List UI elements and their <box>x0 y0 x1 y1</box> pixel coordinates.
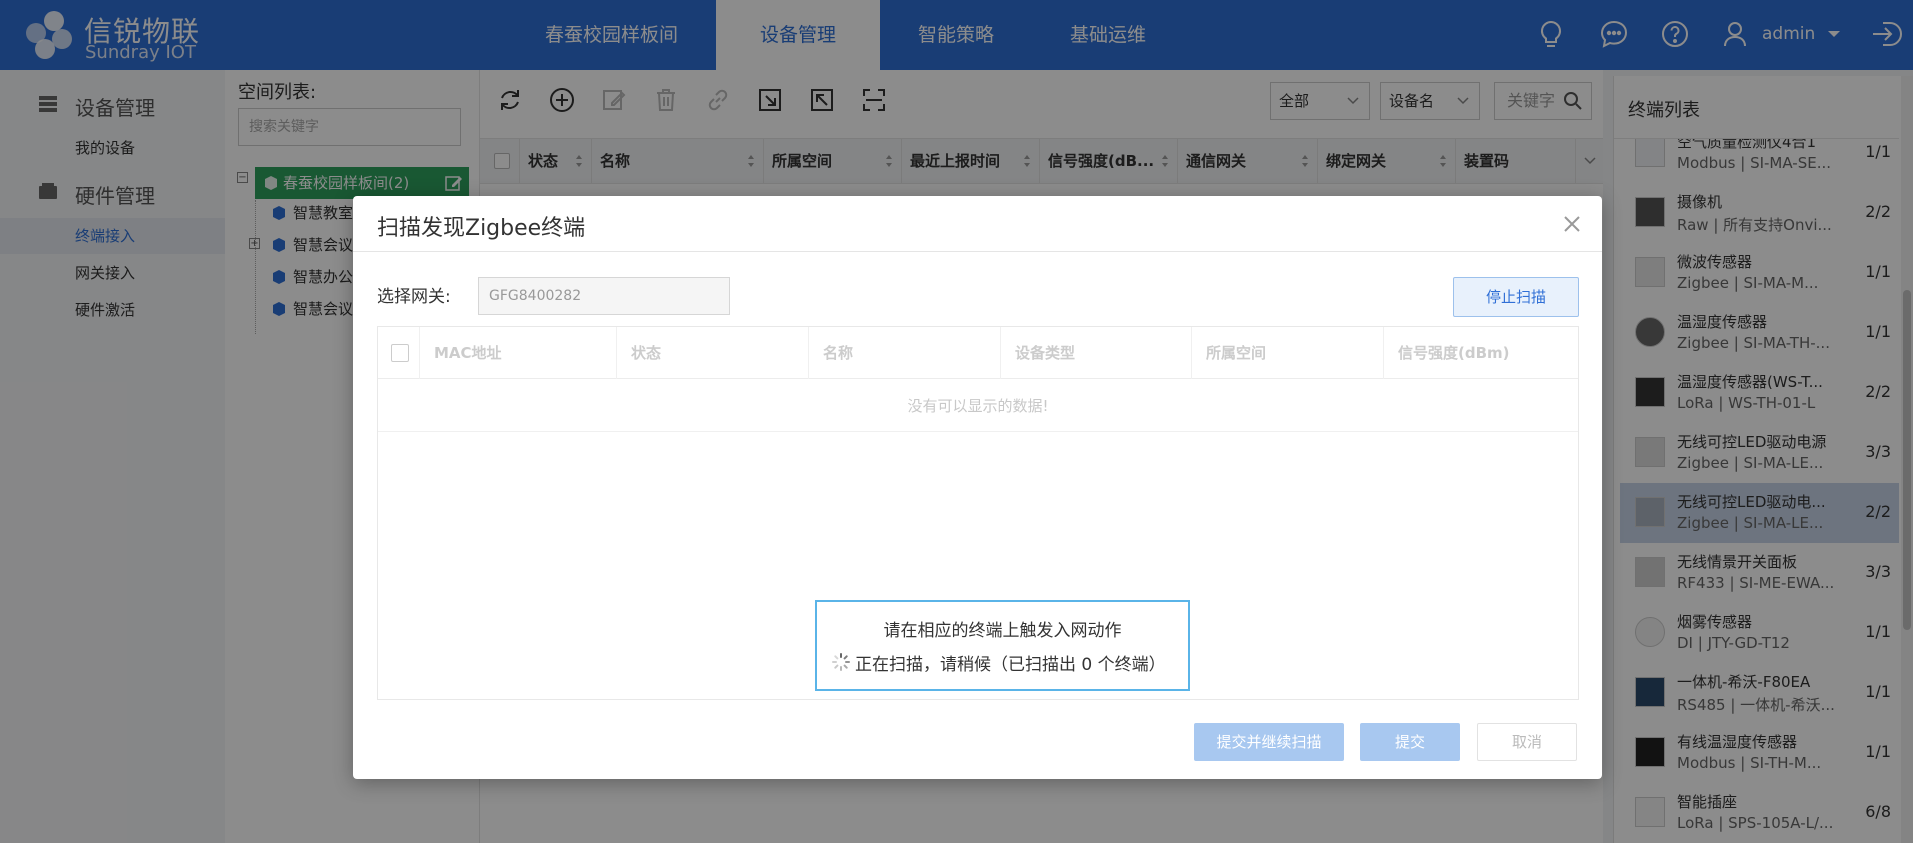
dialog-header: 扫描发现Zigbee终端 <box>353 196 1602 252</box>
hint-status-text: 正在扫描，请稍候（已扫描出 0 个终端） <box>855 655 1166 675</box>
stop-scan-button[interactable]: 停止扫描 <box>1453 277 1579 317</box>
column-header-device-type[interactable]: 设备类型 <box>1001 327 1192 379</box>
select-all-checkbox[interactable] <box>391 344 409 362</box>
hint-status: 正在扫描，请稍候（已扫描出 0 个终端） <box>831 650 1166 675</box>
header-select-cell <box>378 327 420 379</box>
column-header-status[interactable]: 状态 <box>617 327 809 379</box>
close-icon[interactable] <box>1560 212 1584 236</box>
cancel-button[interactable]: 取消 <box>1477 723 1577 761</box>
empty-state-text: 没有可以显示的数据! <box>378 380 1578 432</box>
gateway-label: 选择网关: <box>377 287 451 307</box>
submit-and-continue-button[interactable]: 提交并继续扫描 <box>1194 723 1344 761</box>
loading-spinner-icon <box>832 653 850 671</box>
zigbee-scan-dialog: 扫描发现Zigbee终端 选择网关: 停止扫描 MAC地址 状态 名称 设备类型… <box>353 196 1602 779</box>
column-header-signal[interactable]: 信号强度(dBm) <box>1384 327 1578 379</box>
gateway-select[interactable] <box>478 277 730 315</box>
scan-result-table: MAC地址 状态 名称 设备类型 所属空间 信号强度(dBm) 没有可以显示的数… <box>377 326 1579 700</box>
dialog-title: 扫描发现Zigbee终端 <box>377 216 586 241</box>
column-header-space[interactable]: 所属空间 <box>1192 327 1384 379</box>
hint-instruction: 请在相应的终端上触发入网动作 <box>883 621 1122 641</box>
column-header-name[interactable]: 名称 <box>809 327 1001 379</box>
scan-progress-hint: 请在相应的终端上触发入网动作 正在扫描，请稍候（已扫描出 0 个终端） <box>815 600 1190 691</box>
submit-button[interactable]: 提交 <box>1360 723 1460 761</box>
scan-table-header: MAC地址 状态 名称 设备类型 所属空间 信号强度(dBm) <box>378 327 1578 379</box>
column-header-mac[interactable]: MAC地址 <box>420 327 617 379</box>
